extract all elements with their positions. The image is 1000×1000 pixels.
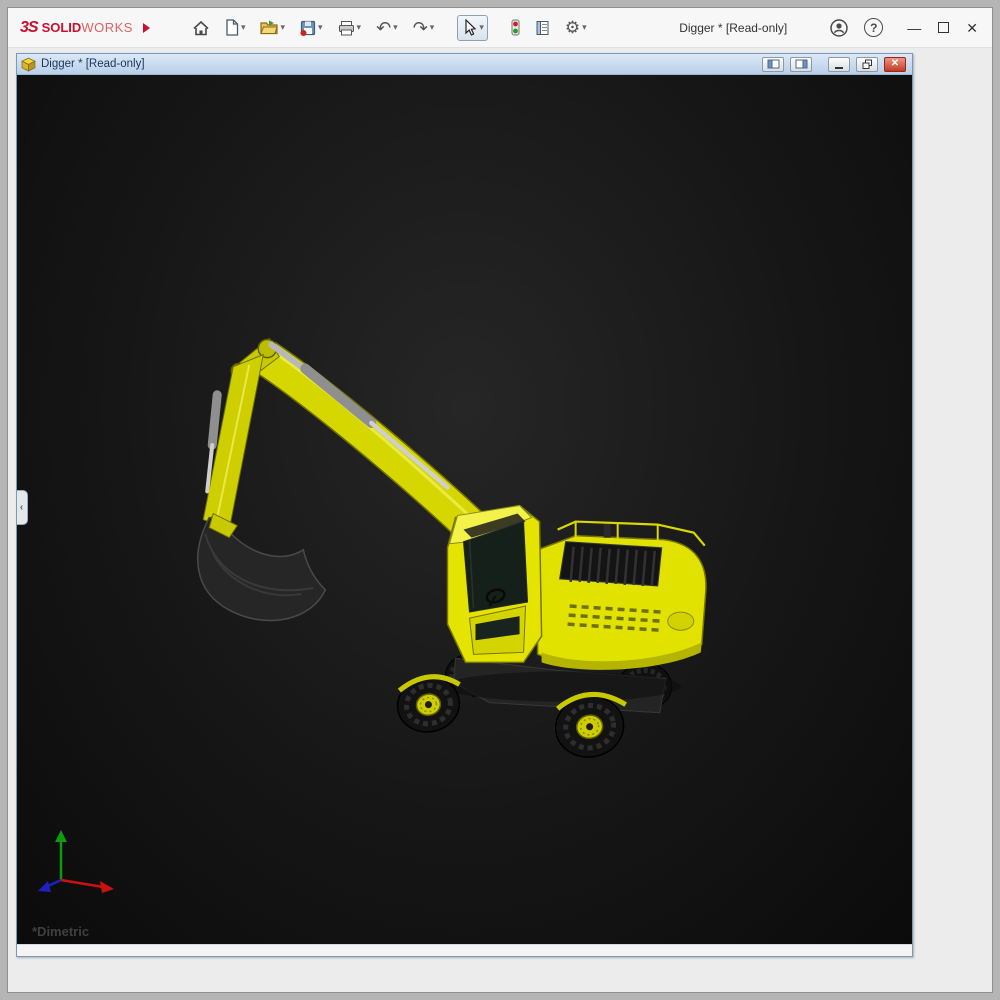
document-close-button[interactable]: ✕: [884, 57, 906, 72]
panel-tab-chevron-icon: ‹: [20, 502, 23, 513]
graphics-viewport[interactable]: *Dimetric ‹: [17, 75, 912, 944]
solidworks-window: 3S SOLID WORKS ▾: [7, 7, 993, 993]
view-orientation-label: *Dimetric: [32, 924, 89, 939]
close-x-icon: ✕: [891, 59, 899, 69]
brand-3s-mark: 3S: [20, 19, 38, 37]
select-tool-dropdown-icon[interactable]: ▾: [479, 23, 484, 32]
pane-left-icon: [767, 59, 780, 69]
print-dropdown-icon[interactable]: ▾: [357, 23, 362, 32]
status-lights-icon: [511, 19, 520, 36]
excavator-3d-model[interactable]: [17, 75, 912, 944]
triad-y-axis-arrow: [55, 830, 67, 842]
undo-button[interactable]: ↶ ▾: [372, 15, 402, 41]
boom: [231, 339, 485, 544]
open-folder-icon: [260, 20, 278, 35]
help-icon: ?: [870, 21, 877, 35]
options-button[interactable]: ⚙ ▾: [561, 15, 591, 40]
quick-access-toolbar: ▾ ▾ ▾: [188, 15, 598, 41]
options-dropdown-icon[interactable]: ▾: [582, 23, 587, 32]
help-button[interactable]: ?: [864, 18, 883, 37]
select-tool-button[interactable]: ▾: [457, 15, 488, 41]
document-properties-icon: [535, 20, 550, 36]
document-window-footer: [17, 944, 912, 956]
account-icon[interactable]: [829, 18, 849, 38]
select-cursor-icon: [461, 19, 477, 37]
bucket: [198, 514, 326, 621]
save-dropdown-icon[interactable]: ▾: [318, 23, 323, 32]
document-minimize-button[interactable]: [828, 57, 850, 72]
solidworks-logo: 3S SOLID WORKS: [20, 19, 133, 37]
redo-button[interactable]: ↷ ▾: [409, 15, 439, 41]
redo-icon: ↷: [413, 19, 428, 37]
gear-icon: ⚙: [565, 19, 580, 36]
document-properties-button[interactable]: [531, 16, 554, 40]
brand-solid-text: SOLID: [42, 20, 82, 35]
close-button[interactable]: ✕: [966, 21, 978, 35]
status-lights-button[interactable]: [507, 15, 524, 40]
new-document-dropdown-icon[interactable]: ▾: [241, 23, 246, 32]
print-button[interactable]: ▾: [334, 16, 366, 40]
triad-x-axis-arrow: [100, 881, 114, 893]
minimize-button[interactable]: —: [907, 21, 921, 35]
save-button[interactable]: ▾: [296, 16, 327, 40]
open-button[interactable]: ▾: [256, 16, 289, 39]
part-cube-icon: [21, 57, 36, 72]
main-titlebar[interactable]: 3S SOLID WORKS ▾: [8, 8, 992, 48]
document-window: Digger * [Read-only]: [16, 53, 913, 957]
panel-expand-tab[interactable]: ‹: [17, 490, 28, 525]
document-window-buttons: ✕: [756, 57, 906, 72]
cab: [447, 505, 541, 662]
engine-housing: [538, 522, 706, 670]
home-button[interactable]: [188, 16, 214, 40]
new-document-icon: [225, 19, 239, 36]
pane-left-button[interactable]: [762, 57, 784, 72]
redo-dropdown-icon[interactable]: ▾: [430, 23, 435, 32]
account-help-cluster: ?: [829, 18, 883, 38]
mdi-area: Digger * [Read-only]: [8, 48, 992, 992]
open-dropdown-icon[interactable]: ▾: [280, 23, 285, 32]
undo-dropdown-icon[interactable]: ▾: [393, 23, 398, 32]
pane-right-icon: [795, 59, 808, 69]
document-restore-button[interactable]: [856, 57, 878, 72]
restore-icon: [862, 59, 873, 70]
print-icon: [338, 20, 355, 36]
triad-z-axis-arrow: [38, 881, 51, 892]
window-title: Digger * [Read-only]: [679, 21, 787, 35]
menu-expand-chevron-icon[interactable]: [143, 23, 150, 33]
save-icon: [300, 20, 316, 36]
document-titlebar[interactable]: Digger * [Read-only]: [17, 54, 912, 75]
brand-works-text: WORKS: [81, 20, 133, 35]
maximize-button[interactable]: [938, 22, 949, 33]
pane-right-button[interactable]: [790, 57, 812, 72]
window-controls: — ✕: [907, 21, 978, 35]
document-title: Digger * [Read-only]: [41, 58, 145, 70]
new-document-button[interactable]: ▾: [221, 15, 250, 40]
home-icon: [192, 20, 210, 36]
orientation-triad: [31, 824, 131, 904]
minimize-bar-icon: [835, 67, 843, 69]
undo-icon: ↶: [376, 19, 391, 37]
